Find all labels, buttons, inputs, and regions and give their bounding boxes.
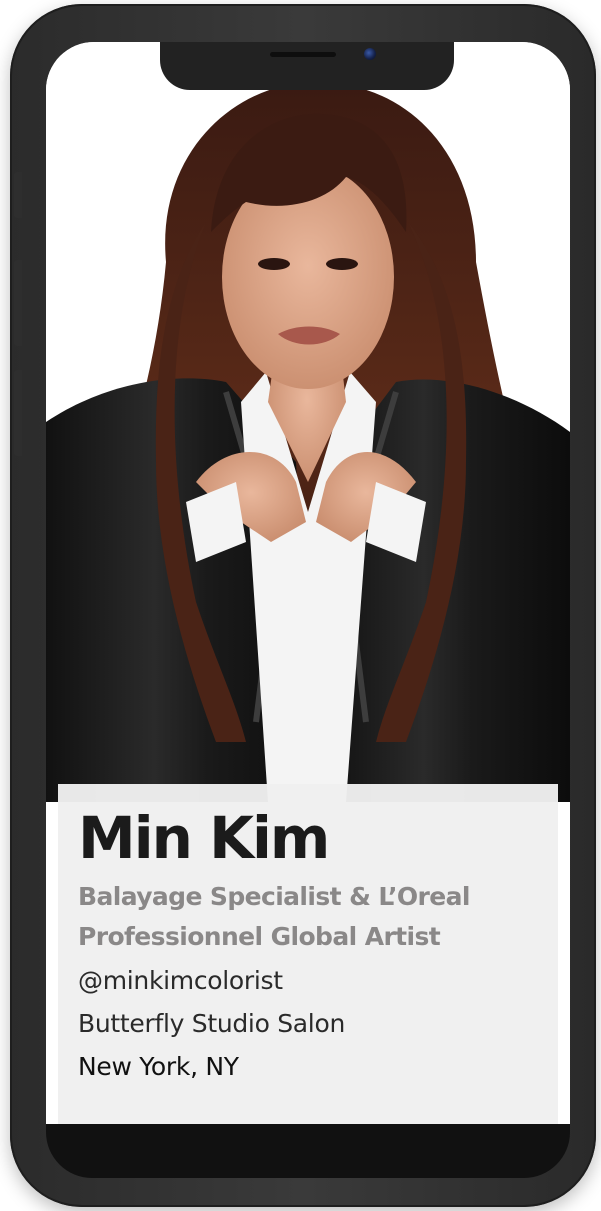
profile-salon: Butterfly Studio Salon [78,1009,345,1038]
profile-info-card: Min Kim Balayage Specialist & L’Oreal Pr… [58,784,558,1124]
profile-location: New York, NY [78,1052,239,1081]
volume-up-button [14,260,22,346]
phone-bottom-bezel [46,1124,570,1178]
camera-icon [364,48,376,60]
profile-handle[interactable]: @minkimcolorist [78,966,283,995]
phone-notch [160,42,454,90]
mute-switch [14,172,22,218]
volume-down-button [14,370,22,456]
speaker-icon [270,52,336,57]
profile-title-line-2: Professionnel Global Artist [78,922,441,951]
profile-title-line-1: Balayage Specialist & L’Oreal [78,882,470,911]
phone-screen: Min Kim Balayage Specialist & L’Oreal Pr… [46,42,570,1124]
profile-name: Min Kim [78,804,330,872]
